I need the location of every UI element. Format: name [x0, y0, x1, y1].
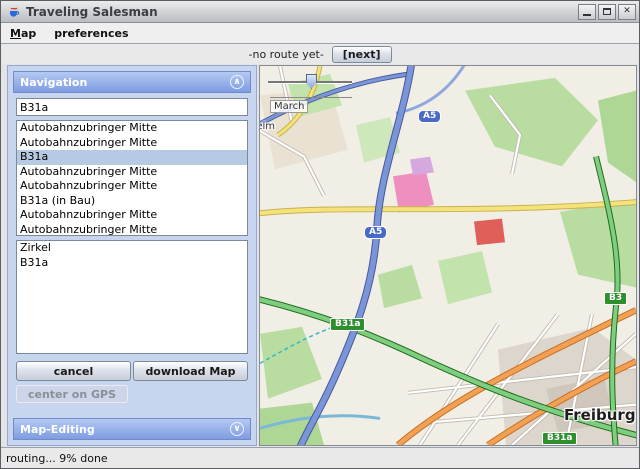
title-bar[interactable]: Traveling Salesman ✕: [1, 1, 639, 23]
map-canvas: [260, 66, 636, 445]
menu-bar: Map preferences: [1, 23, 639, 44]
status-text: routing... 9% done: [6, 452, 108, 465]
zoom-slider[interactable]: [266, 70, 358, 100]
route-status-label: -no route yet-: [249, 48, 324, 61]
list-item[interactable]: Autobahnzubringer Mitte: [17, 165, 247, 180]
minimize-icon: [583, 14, 591, 16]
menu-preferences[interactable]: preferences: [45, 23, 137, 43]
collapse-chevron-down-icon[interactable]: ∨: [230, 422, 244, 436]
status-bar: routing... 9% done: [1, 447, 639, 468]
center-on-gps-button: center on GPS: [16, 385, 128, 403]
list-item[interactable]: Autobahnzubringer Mitte: [17, 179, 247, 194]
menu-map[interactable]: Map: [1, 23, 45, 43]
list-item[interactable]: B31a: [17, 256, 247, 271]
list-item[interactable]: Autobahnzubringer Mitte: [17, 121, 247, 136]
road-badge-b3: B3: [604, 292, 627, 305]
list-item[interactable]: Autobahnzubringer Mitte: [17, 223, 247, 237]
map-editing-pane-title: Map-Editing: [20, 423, 95, 436]
road-badge-a5: A5: [418, 110, 441, 123]
route-toolbar: -no route yet- [next]: [1, 44, 639, 64]
cancel-button[interactable]: cancel: [16, 361, 131, 381]
minimize-button[interactable]: [578, 4, 596, 20]
collapse-chevron-up-icon[interactable]: ∧: [230, 75, 244, 89]
map-view[interactable]: A5 A5 B31a B3 B31a March heim Freiburg: [259, 65, 637, 446]
route-stops-list[interactable]: Zirkel B31a: [16, 240, 248, 354]
navigation-pane-body: Autobahnzubringer Mitte Autobahnzubringe…: [13, 93, 251, 403]
sidebar-spacer: [13, 403, 251, 418]
navigation-pane-title: Navigation: [20, 76, 87, 89]
maximize-button[interactable]: [598, 4, 616, 20]
map-editing-pane-header[interactable]: Map-Editing ∨: [13, 418, 251, 440]
city-label-freiburg: Freiburg: [564, 406, 636, 424]
road-badge-b31a: B31a: [542, 432, 577, 445]
town-label-partial: heim: [259, 121, 275, 132]
list-item[interactable]: Autobahnzubringer Mitte: [17, 208, 247, 223]
main-content: Navigation ∧ Autobahnzubringer Mitte Aut…: [1, 64, 639, 447]
zoom-slider-thumb[interactable]: [306, 74, 317, 89]
java-icon: [6, 4, 22, 19]
road-badge-b31a: B31a: [330, 318, 365, 331]
next-button[interactable]: [next]: [332, 46, 392, 63]
sidebar: Navigation ∧ Autobahnzubringer Mitte Aut…: [7, 65, 257, 446]
search-input[interactable]: [16, 98, 248, 116]
maximize-icon: [603, 8, 611, 15]
list-item[interactable]: Autobahnzubringer Mitte: [17, 136, 247, 151]
close-icon: ✕: [623, 7, 631, 16]
map-scale-bar: [270, 97, 352, 98]
download-map-button[interactable]: download Map: [133, 361, 248, 381]
navigation-pane-header[interactable]: Navigation ∧: [13, 71, 251, 93]
search-results-list[interactable]: Autobahnzubringer Mitte Autobahnzubringe…: [16, 120, 248, 236]
road-badge-a5: A5: [364, 226, 387, 239]
list-item[interactable]: Zirkel: [17, 241, 247, 256]
close-button[interactable]: ✕: [618, 4, 636, 20]
town-label-march: March: [270, 100, 308, 113]
app-window: Traveling Salesman ✕ Map preferences -no…: [0, 0, 640, 469]
window-title: Traveling Salesman: [26, 5, 576, 19]
list-item-selected[interactable]: B31a: [17, 150, 247, 165]
navigation-buttons: cancel download Map: [16, 361, 248, 381]
list-item[interactable]: B31a (in Bau): [17, 194, 247, 209]
